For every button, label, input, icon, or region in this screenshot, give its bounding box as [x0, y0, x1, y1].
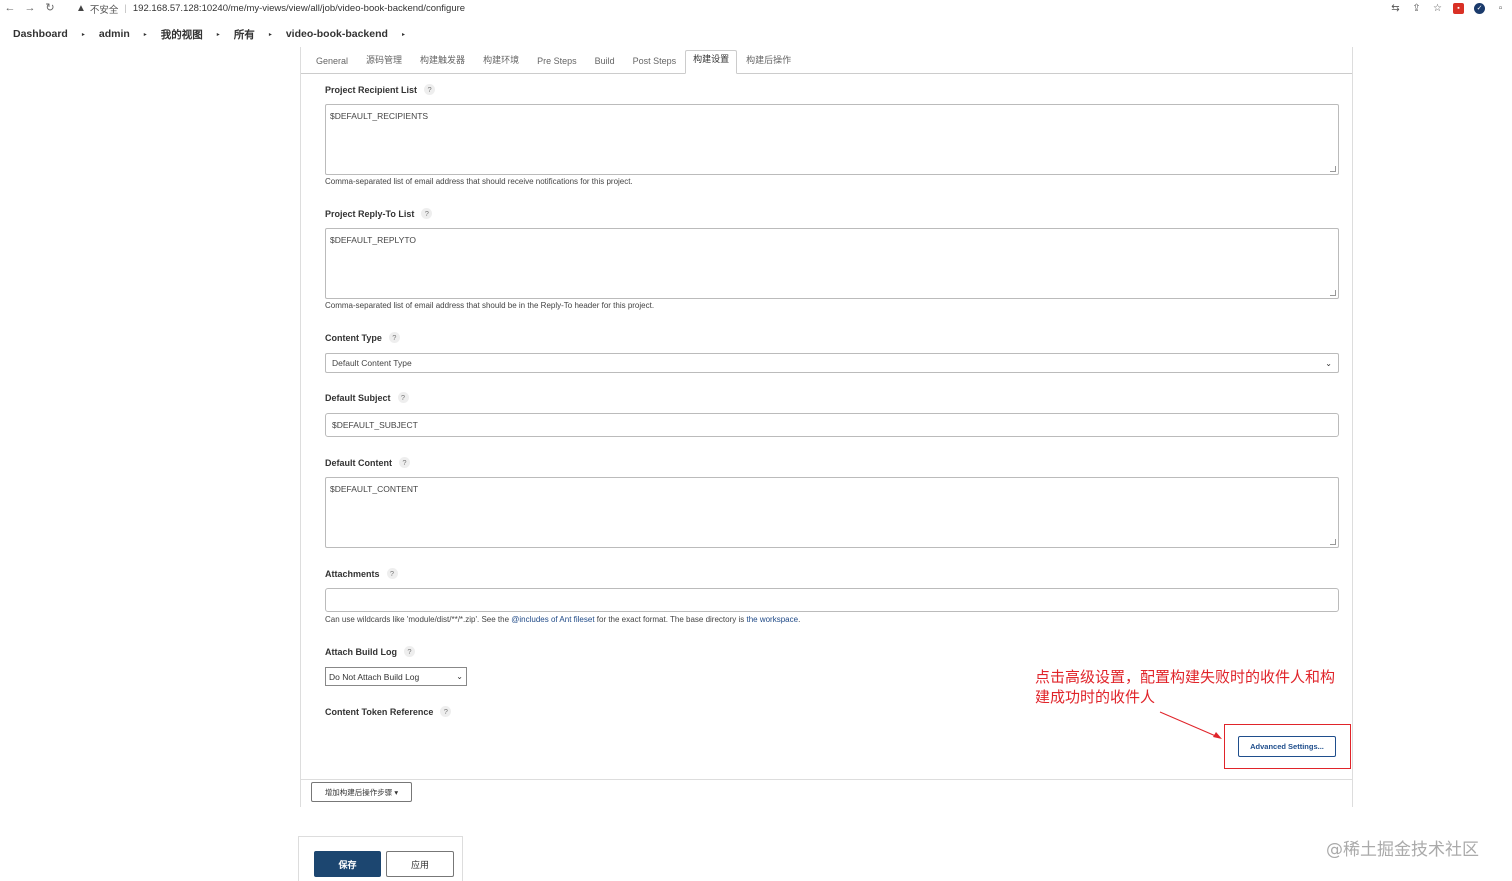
content-type-label-text: Content Type: [325, 332, 382, 343]
watermark-text: @稀土掘金技术社区: [1326, 840, 1479, 860]
replyto-list-description: Comma-separated list of email address th…: [325, 301, 655, 310]
tab-source-code[interactable]: 源码管理: [357, 46, 411, 73]
content-token-label-text: Content Token Reference: [325, 706, 434, 717]
help-icon[interactable]: ?: [399, 457, 410, 468]
apply-button[interactable]: 应用: [386, 851, 454, 877]
warning-icon: ▲: [76, 3, 86, 14]
browser-toolbar: ← → ↻ ▲ 不安全 | 192.168.57.128:10240/me/my…: [0, 0, 1512, 17]
tab-post-steps[interactable]: Post Steps: [624, 46, 686, 73]
content-type-label: Content Type ?: [325, 332, 400, 343]
breadcrumb-chevron-icon[interactable]: ▸: [269, 31, 272, 38]
forward-icon[interactable]: →: [20, 0, 40, 17]
tab-build[interactable]: Build: [586, 46, 624, 73]
add-post-build-step-button[interactable]: 增加构建后操作步骤 ▾: [311, 782, 412, 802]
default-subject-input[interactable]: $DEFAULT_SUBJECT: [325, 413, 1339, 437]
breadcrumb-chevron-icon[interactable]: ▸: [217, 31, 220, 38]
attachments-input[interactable]: [325, 588, 1339, 612]
config-panel: General 源码管理 构建触发器 构建环境 Pre Steps Build …: [300, 47, 1353, 807]
address-separator: |: [124, 3, 127, 14]
chevron-down-icon: ⌄: [456, 672, 463, 681]
content-token-label: Content Token Reference ?: [325, 706, 452, 717]
star-icon[interactable]: ☆: [1432, 3, 1443, 14]
attachments-label-text: Attachments: [325, 568, 380, 579]
tab-general[interactable]: General: [307, 46, 357, 73]
attach-build-log-select[interactable]: Do Not Attach Build Log ⌄: [325, 667, 467, 686]
insecure-label: 不安全: [89, 4, 119, 16]
attach-build-log-label: Attach Build Log ?: [325, 646, 415, 657]
tab-pre-steps[interactable]: Pre Steps: [528, 46, 586, 73]
default-content-textarea[interactable]: $DEFAULT_CONTENT: [325, 477, 1339, 548]
save-bar: 保存 应用: [298, 836, 463, 881]
recipient-list-textarea[interactable]: $DEFAULT_RECIPIENTS: [325, 104, 1339, 175]
default-subject-label: Default Subject ?: [325, 392, 409, 403]
tab-post-build-actions[interactable]: 构建后操作: [737, 46, 800, 73]
attach-build-log-value: Do Not Attach Build Log: [329, 671, 420, 682]
reload-icon[interactable]: ↻: [40, 0, 60, 17]
help-icon[interactable]: ?: [421, 208, 433, 219]
translate-icon[interactable]: ⇆: [1390, 3, 1401, 14]
breadcrumb-my-views[interactable]: 我的视图: [161, 27, 203, 42]
help-icon[interactable]: ?: [440, 706, 452, 717]
help-icon[interactable]: ?: [388, 332, 400, 343]
config-tabs: General 源码管理 构建触发器 构建环境 Pre Steps Build …: [301, 47, 1352, 74]
tab-build-triggers[interactable]: 构建触发器: [411, 46, 474, 73]
url-text[interactable]: 192.168.57.128:10240/me/my-views/view/al…: [133, 3, 465, 14]
content-type-select[interactable]: Default Content Type ⌄: [325, 353, 1339, 373]
chevron-down-icon: ⌄: [1325, 358, 1332, 368]
share-icon[interactable]: ⇪: [1411, 3, 1422, 14]
breadcrumb-admin[interactable]: admin: [99, 28, 130, 40]
window-icon[interactable]: ▫: [1495, 3, 1506, 14]
annotation-text: 点击高级设置，配置构建失败时的收件人和构建成功时的收件人: [1035, 668, 1336, 706]
breadcrumb-all[interactable]: 所有: [234, 27, 255, 42]
breadcrumb-chevron-icon[interactable]: ▸: [82, 31, 85, 38]
profile-icon[interactable]: ✓: [1474, 3, 1485, 14]
tab-build-environment[interactable]: 构建环境: [474, 46, 528, 73]
save-button[interactable]: 保存: [314, 851, 381, 877]
replyto-list-label-text: Project Reply-To List: [325, 208, 415, 219]
attach-build-log-label-text: Attach Build Log: [325, 646, 397, 657]
workspace-link[interactable]: the workspace: [746, 615, 798, 624]
advanced-settings-button[interactable]: Advanced Settings...: [1238, 736, 1336, 757]
recipient-list-label-text: Project Recipient List: [325, 84, 418, 95]
recipient-list-description: Comma-separated list of email address th…: [325, 177, 633, 186]
breadcrumb-chevron-icon[interactable]: ▸: [402, 31, 405, 38]
content-type-value: Default Content Type: [332, 358, 412, 368]
help-icon[interactable]: ?: [386, 568, 398, 579]
extension-icon[interactable]: ▪: [1453, 3, 1464, 14]
back-icon[interactable]: ←: [0, 0, 20, 17]
attachments-label: Attachments ?: [325, 568, 398, 579]
tab-build-settings[interactable]: 构建设置: [685, 50, 738, 74]
attachments-description: Can use wildcards like 'module/dist/**/*…: [325, 615, 800, 624]
default-content-label: Default Content ?: [325, 457, 410, 468]
attachments-desc-text: for the exact format. The base directory…: [594, 615, 747, 624]
replyto-list-textarea[interactable]: $DEFAULT_REPLYTO: [325, 228, 1339, 299]
help-icon[interactable]: ?: [397, 392, 409, 403]
help-icon[interactable]: ?: [404, 646, 415, 657]
breadcrumb: Dashboard ▸ admin ▸ 我的视图 ▸ 所有 ▸ video-bo…: [0, 24, 419, 44]
default-content-label-text: Default Content: [325, 457, 392, 468]
attachments-desc-text: .: [798, 615, 801, 624]
address-bar[interactable]: ▲ 不安全 | 192.168.57.128:10240/me/my-views…: [76, 2, 465, 16]
attachments-desc-text: Can use wildcards like 'module/dist/**/*…: [325, 615, 512, 624]
help-icon[interactable]: ?: [424, 84, 436, 95]
section-divider: [301, 779, 1352, 780]
default-subject-label-text: Default Subject: [325, 392, 391, 403]
replyto-list-label: Project Reply-To List ?: [325, 208, 433, 219]
breadcrumb-dashboard[interactable]: Dashboard: [13, 28, 68, 40]
recipient-list-label: Project Recipient List ?: [325, 84, 436, 95]
ant-fileset-link[interactable]: @includes of Ant fileset: [511, 615, 594, 624]
breadcrumb-job[interactable]: video-book-backend: [286, 28, 388, 40]
breadcrumb-chevron-icon[interactable]: ▸: [144, 31, 147, 38]
